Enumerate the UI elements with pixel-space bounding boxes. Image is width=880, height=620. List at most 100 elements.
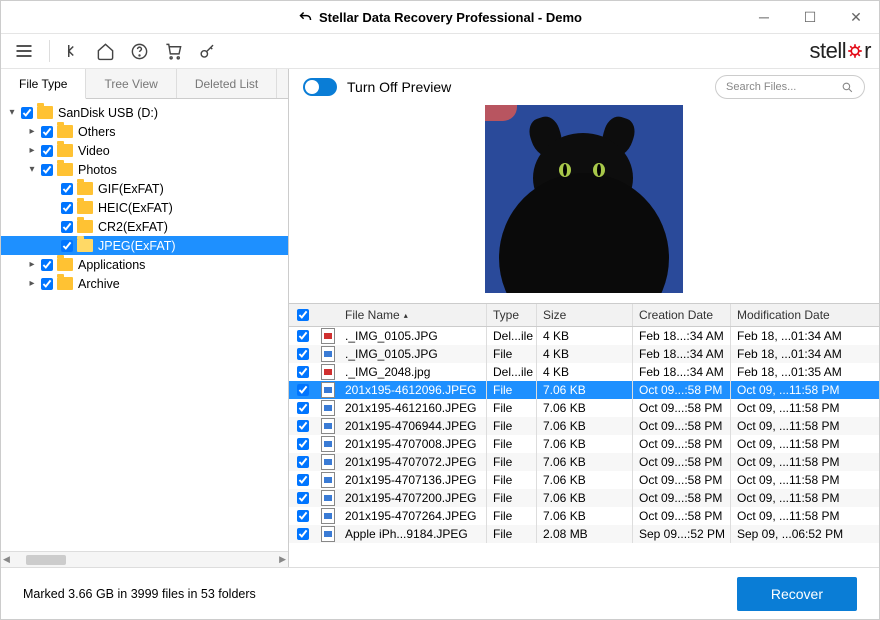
table-row[interactable]: 201x195-4612096.JPEGFile7.06 KBOct 09...… bbox=[289, 381, 879, 399]
col-size: Size bbox=[537, 304, 633, 326]
row-checkbox[interactable] bbox=[297, 474, 309, 486]
row-checkbox[interactable] bbox=[297, 348, 309, 360]
chevron-down-icon[interactable]: ▾ bbox=[5, 107, 19, 118]
row-checkbox[interactable] bbox=[297, 528, 309, 540]
tab-tree-view[interactable]: Tree View bbox=[86, 69, 176, 98]
maximize-button[interactable]: ☐ bbox=[787, 1, 833, 33]
help-icon[interactable] bbox=[124, 36, 154, 66]
file-icon bbox=[321, 436, 335, 452]
cell-size: 7.06 KB bbox=[537, 507, 633, 525]
table-row[interactable]: Apple iPh...9184.JPEGFile2.08 MBSep 09..… bbox=[289, 525, 879, 543]
minimize-button[interactable]: ─ bbox=[741, 1, 787, 33]
tree-checkbox[interactable] bbox=[61, 240, 73, 252]
horizontal-scrollbar[interactable]: ◀ ▶ bbox=[1, 551, 288, 567]
tree-row[interactable]: GIF(ExFAT) bbox=[1, 179, 288, 198]
cell-type: File bbox=[487, 435, 537, 453]
tree-checkbox[interactable] bbox=[41, 164, 53, 176]
file-icon bbox=[321, 364, 335, 380]
table-row[interactable]: ._IMG_0105.JPGDel...ile4 KBFeb 18...:34 … bbox=[289, 327, 879, 345]
key-icon[interactable] bbox=[192, 36, 222, 66]
folder-tree[interactable]: ▾ SanDisk USB (D:) ▸Others▸Video▾PhotosGIF… bbox=[1, 99, 288, 551]
close-button[interactable]: ✕ bbox=[833, 1, 879, 33]
status-text: Marked 3.66 GB in 3999 files in 53 folde… bbox=[23, 587, 256, 601]
table-row[interactable]: 201x195-4707200.JPEGFile7.06 KBOct 09...… bbox=[289, 489, 879, 507]
grid-header[interactable]: File Name▴ Type Size Creation Date Modif… bbox=[289, 304, 879, 327]
tree-row[interactable]: ▸Archive bbox=[1, 274, 288, 293]
tree-checkbox[interactable] bbox=[41, 278, 53, 290]
row-checkbox[interactable] bbox=[297, 510, 309, 522]
tree-checkbox[interactable] bbox=[21, 107, 33, 119]
file-icon bbox=[321, 328, 335, 344]
row-checkbox[interactable] bbox=[297, 456, 309, 468]
tree-row[interactable]: ▸Applications bbox=[1, 255, 288, 274]
chevron-right-icon[interactable]: ▸ bbox=[25, 126, 39, 137]
cell-cdate: Feb 18...:34 AM bbox=[633, 345, 731, 363]
tree-label: SanDisk USB (D:) bbox=[58, 106, 158, 120]
cell-name: 201x195-4707264.JPEG bbox=[339, 507, 487, 525]
tree-checkbox[interactable] bbox=[61, 202, 73, 214]
tree-row[interactable]: HEIC(ExFAT) bbox=[1, 198, 288, 217]
cell-name: 201x195-4612096.JPEG bbox=[339, 381, 487, 399]
cell-mdate: Oct 09, ...11:58 PM bbox=[731, 399, 879, 417]
cell-type: File bbox=[487, 453, 537, 471]
row-checkbox[interactable] bbox=[297, 438, 309, 450]
left-tabs: File TypeTree ViewDeleted List bbox=[1, 69, 288, 99]
tab-deleted-list[interactable]: Deleted List bbox=[177, 69, 277, 98]
undo-icon bbox=[298, 10, 313, 25]
table-row[interactable]: ._IMG_2048.jpgDel...ile4 KBFeb 18...:34 … bbox=[289, 363, 879, 381]
row-checkbox[interactable] bbox=[297, 492, 309, 504]
tree-checkbox[interactable] bbox=[41, 126, 53, 138]
table-row[interactable]: 201x195-4706944.JPEGFile7.06 KBOct 09...… bbox=[289, 417, 879, 435]
cell-type: Del...ile bbox=[487, 363, 537, 381]
row-checkbox[interactable] bbox=[297, 330, 309, 342]
cart-icon[interactable] bbox=[158, 36, 188, 66]
tree-row[interactable]: ▸Others bbox=[1, 122, 288, 141]
table-row[interactable]: 201x195-4612160.JPEGFile7.06 KBOct 09...… bbox=[289, 399, 879, 417]
cell-name: ._IMG_0105.JPG bbox=[339, 345, 487, 363]
cell-mdate: Oct 09, ...11:58 PM bbox=[731, 453, 879, 471]
row-checkbox[interactable] bbox=[297, 420, 309, 432]
right-panel: Turn Off Preview Search Files... File Na… bbox=[289, 69, 879, 567]
tree-row[interactable]: ▾ SanDisk USB (D:) bbox=[1, 103, 288, 122]
search-icon bbox=[841, 81, 854, 94]
toolbar: stellr bbox=[1, 33, 879, 69]
table-row[interactable]: 201x195-4707136.JPEGFile7.06 KBOct 09...… bbox=[289, 471, 879, 489]
preview-toggle[interactable] bbox=[303, 78, 337, 96]
search-input[interactable]: Search Files... bbox=[715, 75, 865, 99]
file-icon bbox=[321, 472, 335, 488]
chevron-right-icon[interactable]: ▸ bbox=[25, 259, 39, 270]
tree-row[interactable]: CR2(ExFAT) bbox=[1, 217, 288, 236]
chevron-down-icon[interactable]: ▾ bbox=[25, 164, 39, 175]
tab-file-type[interactable]: File Type bbox=[1, 69, 86, 99]
table-row[interactable]: 201x195-4707008.JPEGFile7.06 KBOct 09...… bbox=[289, 435, 879, 453]
row-checkbox[interactable] bbox=[297, 366, 309, 378]
cell-cdate: Oct 09...:58 PM bbox=[633, 489, 731, 507]
col-cdate: Creation Date bbox=[633, 304, 731, 326]
table-row[interactable]: ._IMG_0105.JPGFile4 KBFeb 18...:34 AMFeb… bbox=[289, 345, 879, 363]
cell-mdate: Oct 09, ...11:58 PM bbox=[731, 417, 879, 435]
select-all-checkbox[interactable] bbox=[297, 309, 309, 321]
cell-size: 7.06 KB bbox=[537, 435, 633, 453]
chevron-right-icon[interactable]: ▸ bbox=[25, 145, 39, 156]
cell-mdate: Oct 09, ...11:58 PM bbox=[731, 489, 879, 507]
recover-button[interactable]: Recover bbox=[737, 577, 857, 611]
file-grid[interactable]: File Name▴ Type Size Creation Date Modif… bbox=[289, 303, 879, 567]
row-checkbox[interactable] bbox=[297, 384, 309, 396]
tree-row[interactable]: JPEG(ExFAT) bbox=[1, 236, 288, 255]
table-row[interactable]: 201x195-4707264.JPEGFile7.06 KBOct 09...… bbox=[289, 507, 879, 525]
row-checkbox[interactable] bbox=[297, 402, 309, 414]
cell-name: 201x195-4707200.JPEG bbox=[339, 489, 487, 507]
tree-row[interactable]: ▸Video bbox=[1, 141, 288, 160]
menu-icon[interactable] bbox=[9, 36, 39, 66]
back-icon[interactable] bbox=[56, 36, 86, 66]
cell-name: 201x195-4707136.JPEG bbox=[339, 471, 487, 489]
tree-checkbox[interactable] bbox=[41, 145, 53, 157]
tree-row[interactable]: ▾Photos bbox=[1, 160, 288, 179]
table-row[interactable]: 201x195-4707072.JPEGFile7.06 KBOct 09...… bbox=[289, 453, 879, 471]
tree-checkbox[interactable] bbox=[61, 221, 73, 233]
folder-icon bbox=[37, 106, 53, 119]
tree-checkbox[interactable] bbox=[61, 183, 73, 195]
home-icon[interactable] bbox=[90, 36, 120, 66]
chevron-right-icon[interactable]: ▸ bbox=[25, 278, 39, 289]
tree-checkbox[interactable] bbox=[41, 259, 53, 271]
